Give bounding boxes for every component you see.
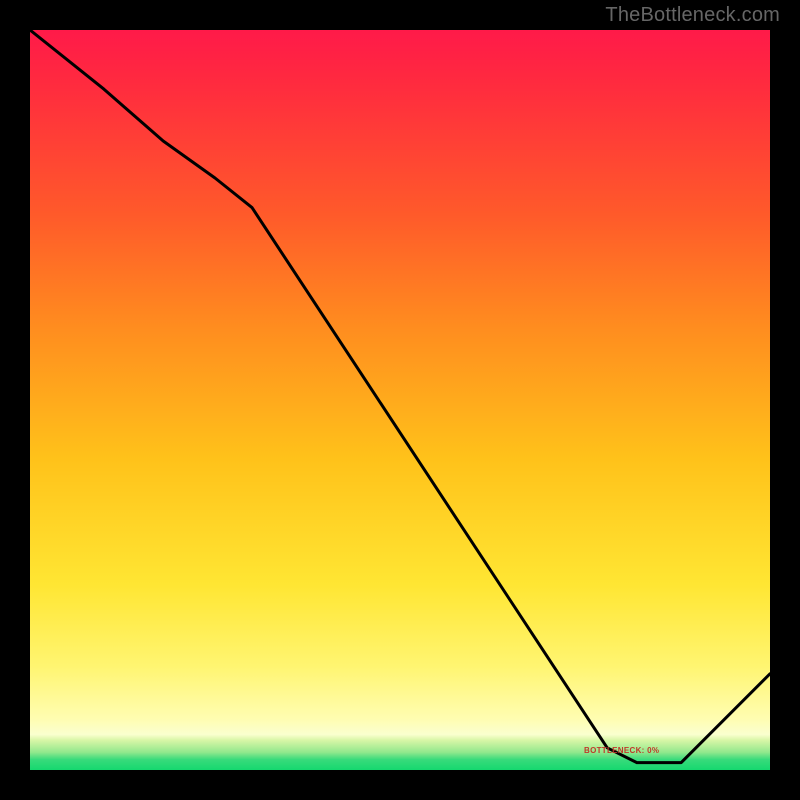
bottleneck-annotation: BOTTLENECK: 0% [584, 746, 659, 755]
plot-area: BOTTLENECK: 0% [30, 30, 770, 770]
chart-frame: TheBottleneck.com BOTTLENECK: 0% [0, 0, 800, 800]
watermark-text: TheBottleneck.com [605, 4, 780, 27]
curve-line [30, 30, 770, 763]
bottleneck-curve [30, 30, 770, 770]
